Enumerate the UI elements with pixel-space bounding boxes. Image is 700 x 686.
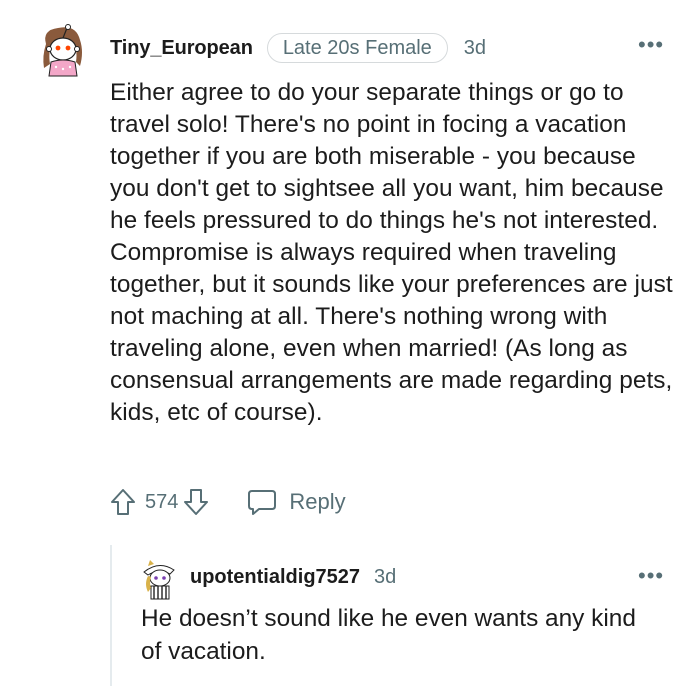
speech-bubble-icon: [248, 490, 277, 515]
thread-line[interactable]: [110, 545, 112, 686]
reply-more-options-button[interactable]: •••: [638, 563, 664, 589]
downvote-arrow-icon[interactable]: [183, 487, 209, 517]
reply-age: 3d: [374, 565, 397, 588]
comment-body: Either agree to do your separate things …: [110, 79, 673, 426]
user-avatar[interactable]: [36, 22, 88, 78]
reply-label: Reply: [289, 489, 346, 514]
reply-username[interactable]: upotentialdig7527: [190, 566, 360, 589]
comment-header: Tiny_European Late 20s Female 3d: [110, 33, 486, 63]
reply-body: He doesn’t sound like he even wants any …: [141, 605, 636, 665]
reply-button[interactable]: Reply: [247, 488, 346, 516]
username[interactable]: Tiny_European: [110, 37, 253, 60]
snoo-avatar-icon: [43, 24, 82, 77]
reply-user-avatar[interactable]: [140, 558, 178, 600]
comment-age: 3d: [463, 36, 487, 59]
upvote-arrow-icon[interactable]: [110, 487, 136, 517]
reply-header: upotentialdig7527 3d: [190, 563, 396, 591]
comment-actions: 574 Reply: [110, 485, 346, 519]
vote-score: 574: [145, 490, 179, 513]
more-options-button[interactable]: •••: [638, 34, 664, 56]
snoo-avatar-icon: [143, 560, 175, 600]
user-flair: Late 20s Female: [266, 33, 448, 63]
